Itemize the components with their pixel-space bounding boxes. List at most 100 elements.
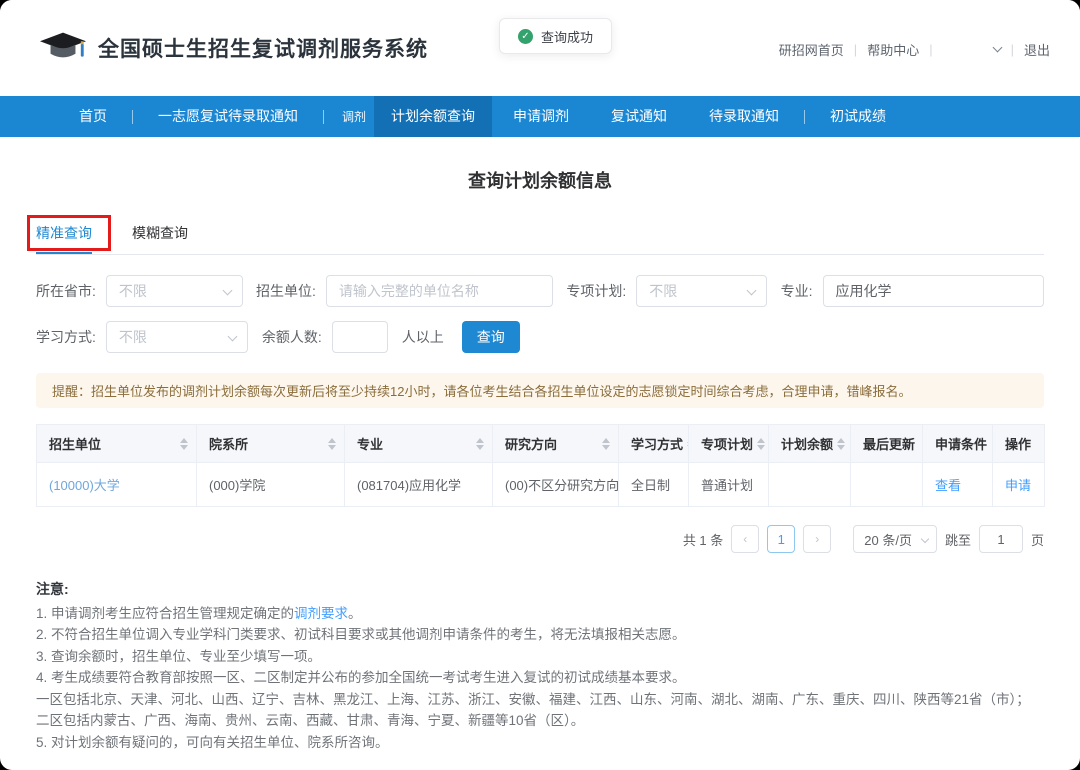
chevron-down-icon: [222, 286, 232, 296]
column-header-direction[interactable]: 研究方向: [493, 425, 619, 463]
nav-divider: [323, 110, 324, 124]
column-header-apply-condition: 申请条件: [923, 425, 993, 463]
table-row: (10000)大学 (000)学院 (081704)应用化学 (00)不区分研究…: [37, 463, 1045, 507]
main-nav: 首页 一志愿复试待录取通知 调剂 计划余额查询 申请调剂 复试通知 待录取通知 …: [0, 96, 1080, 137]
page-size-value: 20 条/页: [864, 530, 912, 549]
note-line-5: 5. 对计划余额有疑问的，可向有关招生单位、院系所咨询。: [36, 732, 1044, 754]
province-label: 所在省市:: [36, 281, 96, 301]
note-line-2: 2. 不符合招生单位调入专业学科门类要求、初试科目要求或其他调剂申请条件的考生，…: [36, 624, 1044, 646]
column-header-action: 操作: [993, 425, 1045, 463]
sort-icon[interactable]: [476, 438, 484, 450]
province-select[interactable]: 不限: [106, 275, 243, 307]
cell-last-update: [851, 463, 923, 507]
nav-item-plan-balance[interactable]: 计划余额查询: [374, 96, 492, 137]
quota-suffix: 人以上: [402, 327, 444, 347]
app-header: 全国硕士生招生复试调剂服务系统 ✓ 查询成功 研招网首页 | 帮助中心 | | …: [0, 0, 1080, 96]
unit-input[interactable]: [326, 275, 553, 307]
cell-special-plan: 普通计划: [689, 463, 769, 507]
column-header-plan-balance[interactable]: 计划余额: [769, 425, 851, 463]
user-menu[interactable]: [943, 47, 1001, 51]
unit-label: 招生单位:: [256, 281, 316, 301]
special-plan-label: 专项计划:: [566, 281, 626, 301]
sort-icon[interactable]: [757, 438, 765, 450]
column-header-unit[interactable]: 招生单位: [37, 425, 197, 463]
nav-item-apply[interactable]: 申请调剂: [492, 96, 590, 137]
major-label: 专业:: [781, 281, 813, 301]
sort-icon[interactable]: [602, 438, 610, 450]
nav-item-initial-score[interactable]: 初试成绩: [809, 96, 907, 137]
apply-link[interactable]: 申请: [1005, 478, 1031, 493]
chevron-down-icon: [747, 286, 757, 296]
next-page-button[interactable]: ›: [803, 525, 831, 553]
nav-item-pending-admission[interactable]: 待录取通知: [688, 96, 800, 137]
page-size-select[interactable]: 20 条/页: [853, 525, 937, 553]
nav-item-first-volunteer[interactable]: 一志愿复试待录取通知: [137, 96, 319, 137]
query-tabs: 精准查询 模糊查询: [36, 223, 1044, 255]
note-line-1: 1. 申请调剂考生应符合招生管理规定确定的调剂要求。: [36, 603, 1044, 625]
notes-title: 注意:: [36, 579, 1044, 601]
special-plan-select[interactable]: 不限: [636, 275, 767, 307]
study-mode-select-value: 不限: [119, 327, 147, 347]
prev-page-button[interactable]: ‹: [731, 525, 759, 553]
major-input[interactable]: [823, 275, 1045, 307]
divider: |: [854, 42, 857, 57]
chevron-down-icon: [227, 332, 237, 342]
sort-icon[interactable]: [837, 438, 845, 450]
sort-icon[interactable]: [180, 438, 188, 450]
filter-row-2: 学习方式: 不限 余额人数: 人以上 查询: [36, 321, 1044, 353]
note-line-4a: 一区包括北京、天津、河北、山西、辽宁、吉林、黑龙江、上海、江苏、浙江、安徽、福建…: [36, 689, 1044, 711]
quota-label: 余额人数:: [262, 327, 322, 347]
search-button[interactable]: 查询: [462, 321, 520, 353]
column-header-major[interactable]: 专业: [345, 425, 493, 463]
nav-divider: [804, 110, 805, 124]
link-yanzhao-home[interactable]: 研招网首页: [779, 40, 844, 59]
divider: |: [1011, 42, 1014, 57]
jump-label: 跳至: [945, 530, 971, 549]
total-count: 共 1 条: [683, 530, 723, 549]
column-header-study-mode[interactable]: 学习方式: [619, 425, 689, 463]
pagination: 共 1 条 ‹ 1 › 20 条/页 跳至 页: [36, 525, 1044, 553]
table-header-row: 招生单位 院系所 专业 研究方向 学习方式 专项计划 计划余额 最后更新 申请条…: [37, 425, 1045, 463]
app-window: 全国硕士生招生复试调剂服务系统 ✓ 查询成功 研招网首页 | 帮助中心 | | …: [0, 0, 1080, 770]
tiaoji-requirement-link[interactable]: 调剂要求: [294, 606, 348, 621]
jump-page-input[interactable]: [979, 525, 1023, 553]
column-header-department[interactable]: 院系所: [197, 425, 345, 463]
toast-message: 查询成功: [541, 27, 593, 46]
success-check-icon: ✓: [518, 29, 533, 44]
tab-precise-query[interactable]: 精准查询: [36, 223, 92, 254]
quota-input[interactable]: [332, 321, 388, 353]
sort-icon[interactable]: [328, 438, 336, 450]
jump-unit: 页: [1031, 530, 1044, 549]
study-mode-label: 学习方式:: [36, 327, 96, 347]
notes-section: 注意: 1. 申请调剂考生应符合招生管理规定确定的调剂要求。 2. 不符合招生单…: [36, 579, 1044, 753]
plan-balance-table: 招生单位 院系所 专业 研究方向 学习方式 专项计划 计划余额 最后更新 申请条…: [36, 424, 1045, 507]
main-content: 查询计划余额信息 精准查询 模糊查询 所在省市: 不限 招生单位: 专项计划: …: [0, 137, 1080, 753]
view-condition-link[interactable]: 查看: [935, 478, 961, 493]
divider: |: [929, 42, 932, 57]
brand: 全国硕士生招生复试调剂服务系统: [40, 31, 428, 65]
column-header-special-plan[interactable]: 专项计划: [689, 425, 769, 463]
page-title: 查询计划余额信息: [36, 167, 1044, 193]
note-line-3: 3. 查询余额时，招生单位、专业至少填写一项。: [36, 646, 1044, 668]
notice-bar: 提醒：招生单位发布的调剂计划余额每次更新后将至少持续12小时，请各位考生结合各招…: [36, 373, 1044, 408]
note-line-4b: 二区包括内蒙古、广西、海南、贵州、云南、西藏、甘肃、青海、宁夏、新疆等10省（区…: [36, 710, 1044, 732]
cell-study-mode: 全日制: [619, 463, 689, 507]
header-links: 研招网首页 | 帮助中心 | | 退出: [779, 40, 1050, 59]
note-line-4: 4. 考生成绩要符合教育部按照一区、二区制定并公布的参加全国统一考试考生进入复试…: [36, 667, 1044, 689]
study-mode-select[interactable]: 不限: [106, 321, 248, 353]
page-number-button[interactable]: 1: [767, 525, 795, 553]
column-header-last-update: 最后更新: [851, 425, 923, 463]
special-plan-select-value: 不限: [649, 281, 677, 301]
cell-major: (081704)应用化学: [345, 463, 493, 507]
tab-fuzzy-query[interactable]: 模糊查询: [132, 223, 188, 254]
cell-plan-balance: [769, 463, 851, 507]
link-help-center[interactable]: 帮助中心: [867, 40, 919, 59]
graduation-cap-icon: [40, 31, 86, 65]
unit-link[interactable]: (10000)大学: [49, 478, 120, 493]
filter-row-1: 所在省市: 不限 招生单位: 专项计划: 不限 专业:: [36, 275, 1044, 307]
cell-direction: (00)不区分研究方向: [493, 463, 619, 507]
cell-department: (000)学院: [197, 463, 345, 507]
nav-item-retest-notice[interactable]: 复试通知: [590, 96, 688, 137]
nav-item-home[interactable]: 首页: [58, 96, 128, 137]
link-logout[interactable]: 退出: [1024, 40, 1050, 59]
